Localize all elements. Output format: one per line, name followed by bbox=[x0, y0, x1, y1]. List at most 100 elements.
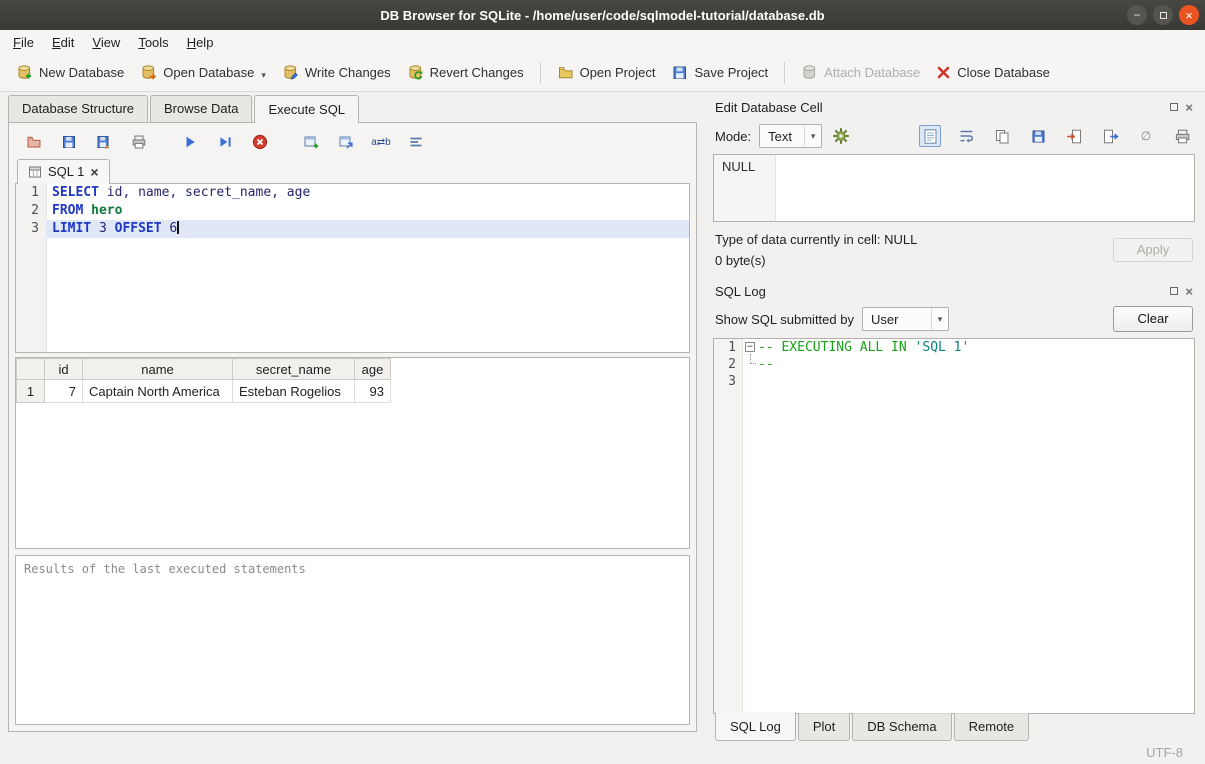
apply-button[interactable]: Apply bbox=[1113, 238, 1193, 262]
set-null-button[interactable]: ∅ bbox=[1135, 125, 1157, 147]
chevron-down-icon: ▾ bbox=[804, 125, 821, 147]
auto-switch-mode-button[interactable] bbox=[830, 125, 852, 147]
format-sql-button[interactable] bbox=[405, 131, 427, 153]
open-in-new-tab-button[interactable] bbox=[335, 131, 357, 153]
execute-current-line-button[interactable] bbox=[214, 131, 236, 153]
cell-id[interactable]: 7 bbox=[45, 380, 83, 403]
sql-log-dock-buttons: × bbox=[1170, 285, 1193, 298]
sql-line[interactable]: 2 FROM hero bbox=[16, 202, 689, 220]
column-header-name[interactable]: name bbox=[83, 359, 233, 380]
maximize-button[interactable] bbox=[1153, 5, 1173, 25]
minimize-button[interactable]: − bbox=[1127, 5, 1147, 25]
tab-database-structure[interactable]: Database Structure bbox=[8, 95, 148, 122]
sql-line[interactable]: 1 SELECT id, name, secret_name, age bbox=[16, 184, 689, 202]
results-grid[interactable]: id name secret_name age 1 7 Captain Nort… bbox=[15, 357, 690, 549]
float-dock-icon[interactable] bbox=[1170, 287, 1178, 295]
edit-cell-mode-row: Mode: Text ▾ ∅ bbox=[713, 118, 1195, 154]
edit-cell-toolbar: ∅ bbox=[919, 125, 1193, 147]
close-button[interactable]: × bbox=[1179, 5, 1199, 25]
execute-current-line-icon bbox=[217, 134, 233, 150]
tab-plot[interactable]: Plot bbox=[798, 713, 850, 741]
window-controls: − × bbox=[1127, 5, 1199, 25]
clear-log-button[interactable]: Clear bbox=[1113, 306, 1193, 332]
float-dock-icon[interactable] bbox=[1170, 103, 1178, 111]
save-project-button[interactable]: Save Project bbox=[663, 59, 776, 86]
print-cell-button[interactable] bbox=[1171, 125, 1193, 147]
main-tab-bar: Database Structure Browse Data Execute S… bbox=[0, 92, 705, 122]
titlebar[interactable]: DB Browser for SQLite - /home/user/code/… bbox=[0, 0, 1205, 30]
sql-code-line-2: FROM hero bbox=[46, 202, 689, 220]
sql-line-current[interactable]: 3 LIMIT 3 OFFSET 6 bbox=[16, 220, 689, 238]
log-line: 2 -- bbox=[714, 356, 1194, 373]
close-database-button[interactable]: Close Database bbox=[928, 60, 1058, 85]
tab-browse-data[interactable]: Browse Data bbox=[150, 95, 252, 122]
text-view-button[interactable] bbox=[919, 125, 941, 147]
cell-editor[interactable]: NULL bbox=[713, 154, 1195, 222]
word-wrap-button[interactable] bbox=[955, 125, 977, 147]
menu-edit[interactable]: Edit bbox=[43, 32, 83, 53]
new-database-button[interactable]: New Database bbox=[8, 59, 132, 86]
save-sql-file-as-button[interactable] bbox=[93, 131, 115, 153]
mode-label: Mode: bbox=[715, 129, 751, 144]
tab-remote[interactable]: Remote bbox=[954, 713, 1030, 741]
import-cell-button[interactable] bbox=[1063, 125, 1085, 147]
main-toolbar: New Database Open Database ▾ Write Chang… bbox=[0, 54, 1205, 92]
column-header-id[interactable]: id bbox=[45, 359, 83, 380]
log-filter-value: User bbox=[863, 312, 931, 327]
attach-database-button[interactable]: Attach Database bbox=[793, 59, 928, 86]
stop-execution-button[interactable] bbox=[249, 131, 271, 153]
sql-tab-close-icon[interactable]: × bbox=[90, 165, 98, 179]
menu-help[interactable]: Help bbox=[178, 32, 223, 53]
mode-select[interactable]: Text ▾ bbox=[759, 124, 822, 148]
new-database-icon bbox=[16, 64, 33, 81]
save-project-label: Save Project bbox=[694, 65, 768, 80]
sql-editor[interactable]: 1 SELECT id, name, secret_name, age 2 FR… bbox=[15, 183, 690, 353]
fold-collapse-icon[interactable]: − bbox=[745, 342, 755, 352]
log-filter-select[interactable]: User ▾ bbox=[862, 307, 949, 331]
tab-execute-sql[interactable]: Execute SQL bbox=[254, 95, 359, 123]
menu-file[interactable]: File bbox=[4, 32, 43, 53]
write-changes-label: Write Changes bbox=[305, 65, 391, 80]
open-database-button[interactable]: Open Database ▾ bbox=[132, 59, 274, 86]
open-sql-file-button[interactable] bbox=[23, 131, 45, 153]
export-cell-button[interactable] bbox=[1099, 125, 1121, 147]
open-project-button[interactable]: Open Project bbox=[549, 59, 664, 86]
open-database-dropdown-icon[interactable]: ▾ bbox=[261, 70, 266, 81]
close-dock-icon[interactable]: × bbox=[1185, 285, 1193, 298]
column-header-age[interactable]: age bbox=[355, 359, 391, 380]
menu-view[interactable]: View bbox=[83, 32, 129, 53]
log-line-number: 1 bbox=[714, 339, 742, 356]
sql-log-title: SQL Log bbox=[715, 284, 1170, 299]
revert-changes-button[interactable]: Revert Changes bbox=[399, 59, 532, 86]
toolbar-separator bbox=[540, 62, 541, 84]
menu-tools[interactable]: Tools bbox=[129, 32, 177, 53]
column-header-secret-name[interactable]: secret_name bbox=[233, 359, 355, 380]
tab-sql-log[interactable]: SQL Log bbox=[715, 712, 796, 741]
row-filler bbox=[391, 380, 689, 403]
sql-log-dock-header: SQL Log × bbox=[713, 278, 1195, 302]
save-sql-file-button[interactable] bbox=[58, 131, 80, 153]
log-filter-label: Show SQL submitted by bbox=[715, 312, 854, 327]
sql-1-tab[interactable]: SQL 1 × bbox=[17, 159, 110, 184]
cell-info: Type of data currently in cell: NULL 0 b… bbox=[715, 232, 1113, 268]
save-cell-button[interactable] bbox=[1027, 125, 1049, 147]
edit-cell-dock-header: Edit Database Cell × bbox=[713, 94, 1195, 118]
cell-age[interactable]: 93 bbox=[355, 380, 391, 403]
close-dock-icon[interactable]: × bbox=[1185, 101, 1193, 114]
print-sql-button[interactable] bbox=[128, 131, 150, 153]
copy-cell-button[interactable] bbox=[991, 125, 1013, 147]
encoding-indicator[interactable]: UTF-8 bbox=[1146, 745, 1183, 760]
find-replace-button[interactable]: a⇄b bbox=[370, 131, 392, 153]
cell-name[interactable]: Captain North America bbox=[83, 380, 233, 403]
table-row[interactable]: 1 7 Captain North America Esteban Rogeli… bbox=[17, 380, 689, 403]
tab-db-schema[interactable]: DB Schema bbox=[852, 713, 951, 741]
sql-log-editor[interactable]: 1 − -- EXECUTING ALL IN 'SQL 1' 2 -- 3 bbox=[713, 338, 1195, 714]
toolbar-separator bbox=[784, 62, 785, 84]
new-sql-tab-button[interactable] bbox=[300, 131, 322, 153]
close-database-label: Close Database bbox=[957, 65, 1050, 80]
cell-secret-name[interactable]: Esteban Rogelios bbox=[233, 380, 355, 403]
write-changes-button[interactable]: Write Changes bbox=[274, 59, 399, 86]
execute-all-button[interactable] bbox=[179, 131, 201, 153]
write-changes-icon bbox=[282, 64, 299, 81]
open-project-label: Open Project bbox=[580, 65, 656, 80]
